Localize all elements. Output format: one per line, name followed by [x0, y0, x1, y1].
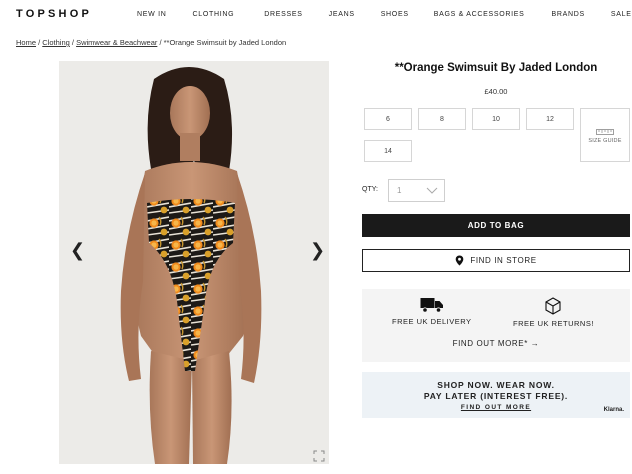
model-photo [120, 67, 262, 464]
chevron-right-icon[interactable]: ❯ [310, 240, 325, 261]
nav-item-dresses[interactable]: DRESSES [264, 11, 302, 18]
find-in-store-label: FIND IN STORE [470, 256, 537, 265]
nav-item-brands[interactable]: BRANDS [552, 11, 585, 18]
size-guide-button[interactable]: SIZE GUIDE [580, 108, 630, 162]
free-returns-label: FREE UK RETURNS! [513, 319, 594, 328]
klarna-banner: SHOP NOW. WEAR NOW. PAY LATER (INTEREST … [362, 372, 630, 418]
breadcrumb-swimwear[interactable]: Swimwear & Beachwear [76, 38, 157, 47]
package-return-icon [545, 297, 562, 315]
klarna-logo: Klarna. [603, 407, 624, 413]
nav-item-new-in[interactable]: NEW IN [137, 11, 166, 18]
size-option-14[interactable]: 14 [364, 140, 412, 162]
breadcrumb-clothing[interactable]: Clothing [42, 38, 70, 47]
expand-icon[interactable] [313, 450, 325, 462]
size-option-8[interactable]: 8 [418, 108, 466, 130]
product-price: £40.00 [484, 87, 508, 96]
product-title: **Orange Swimsuit By Jaded London [394, 62, 598, 74]
ruler-icon [596, 128, 614, 135]
find-in-store-button[interactable]: FIND IN STORE [362, 249, 630, 272]
klarna-find-out-more-link[interactable]: FIND OUT MORE [362, 404, 630, 411]
chevron-left-icon[interactable]: ❮ [70, 240, 85, 261]
free-delivery-item: FREE UK DELIVERY [392, 297, 472, 326]
location-pin-icon [456, 255, 464, 266]
nav-item-shoes[interactable]: SHOES [381, 11, 409, 18]
nav-item-jeans[interactable]: JEANS [329, 11, 355, 18]
free-delivery-label: FREE UK DELIVERY [392, 317, 472, 326]
delivery-find-out-more-link[interactable]: FIND OUT MORE* → [362, 339, 630, 348]
delivery-panel: FREE UK DELIVERY FREE UK RETURNS! FIND O… [362, 289, 630, 362]
topshop-logo[interactable]: TOPSHOP [16, 8, 92, 20]
qty-select[interactable]: 1 [388, 179, 445, 202]
nav-item-sale[interactable]: SALE [611, 11, 632, 18]
size-option-12[interactable]: 12 [526, 108, 574, 130]
breadcrumb: Home / Clothing / Swimwear & Beachwear /… [16, 38, 286, 47]
chevron-down-icon [426, 187, 438, 194]
breadcrumb-home[interactable]: Home [16, 38, 36, 47]
nav-item-clothing[interactable]: CLOTHING [192, 11, 234, 18]
size-guide-label: SIZE GUIDE [588, 137, 622, 144]
qty-value: 1 [397, 186, 402, 195]
klarna-headline-1: SHOP NOW. WEAR NOW. [437, 380, 555, 390]
klarna-headline-2: PAY LATER (INTEREST FREE). [423, 391, 569, 401]
nav-item-bags-accessories[interactable]: BAGS & ACCESSORIES [434, 11, 525, 18]
product-image[interactable] [59, 61, 329, 464]
main-nav: NEW IN CLOTHING DRESSES JEANS SHOES BAGS… [137, 11, 632, 18]
size-option-6[interactable]: 6 [364, 108, 412, 130]
truck-icon [420, 298, 443, 313]
add-to-bag-button[interactable]: ADD TO BAG [362, 214, 630, 237]
free-returns-item: FREE UK RETURNS! [513, 297, 594, 328]
qty-label: QTY: [362, 186, 378, 193]
breadcrumb-current: **Orange Swimsuit by Jaded London [163, 38, 287, 47]
size-option-10[interactable]: 10 [472, 108, 520, 130]
